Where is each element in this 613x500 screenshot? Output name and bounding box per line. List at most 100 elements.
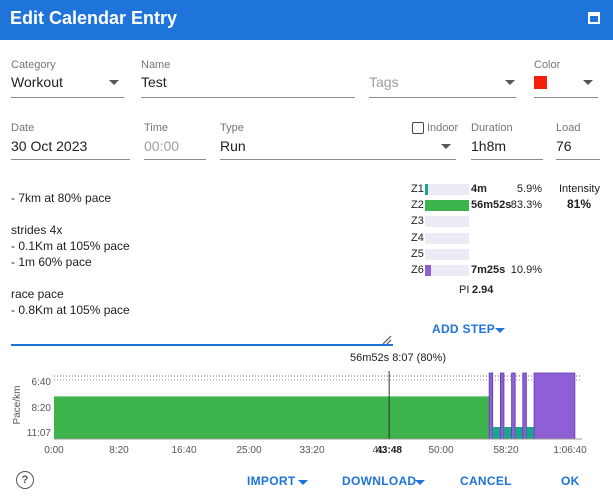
tags-dropdown-icon[interactable] <box>505 80 515 85</box>
category-select-value[interactable]: Workout <box>11 74 63 90</box>
download-button[interactable]: DOWNLOAD <box>342 474 416 488</box>
zone-label: Z1 <box>411 183 424 195</box>
chart-segment <box>54 396 490 439</box>
import-button[interactable]: IMPORT <box>247 474 295 488</box>
description-line: - 0.1Km at 105% pace <box>11 239 130 253</box>
name-underline <box>141 97 355 98</box>
zone-percent: 83.3% <box>510 199 542 212</box>
color-dropdown-icon[interactable] <box>583 80 593 85</box>
zone-label: Z4 <box>411 231 424 244</box>
tags-input[interactable]: Tags <box>369 74 399 90</box>
workout-description-textarea[interactable]: - 7km at 80% pace strides 4x - 0.1Km at 1… <box>11 190 391 318</box>
cancel-button[interactable]: CANCEL <box>460 474 512 488</box>
chart-y-tick-label: 8:20 <box>32 403 52 414</box>
chart-segment <box>533 372 576 440</box>
pi-value: 2.94 <box>472 284 494 296</box>
zone-label: Z2 <box>411 199 424 212</box>
category-underline <box>11 97 124 98</box>
chart-segment <box>515 427 523 439</box>
chart-x-tick-label: 33:20 <box>299 445 324 456</box>
description-line <box>11 206 391 222</box>
date-underline <box>11 159 130 160</box>
date-label: Date <box>11 122 35 134</box>
ok-button[interactable]: OK <box>561 474 580 488</box>
load-input[interactable]: 76 <box>556 138 572 154</box>
chart-y-axis-label: Pace/km <box>12 386 23 425</box>
chart-segment <box>488 372 494 440</box>
description-line <box>11 270 391 286</box>
time-underline <box>144 159 206 160</box>
intensity-label: Intensity <box>559 183 600 195</box>
download-dropdown-icon[interactable] <box>415 480 425 485</box>
duration-label: Duration <box>471 122 513 134</box>
zone-time: 7m25s <box>471 264 506 276</box>
chart-x-tick-label: 16:40 <box>171 445 196 456</box>
indoor-label: Indoor <box>427 122 459 134</box>
time-input[interactable]: 00:00 <box>144 138 179 154</box>
add-step-label: ADD STEP <box>432 322 496 336</box>
time-label: Time <box>144 122 169 134</box>
description-line: strides 4x <box>11 223 63 237</box>
zone-bar-track <box>425 232 469 244</box>
resize-handle-icon[interactable] <box>382 335 392 345</box>
zone-time: 56m52s <box>471 199 512 212</box>
duration-underline <box>471 159 543 160</box>
chart-cursor-readout: 56m52s 8:07 (80%) <box>350 352 446 364</box>
workout-pace-chart[interactable]: 6:40 8:20 11:07 Pace/km 0:00 8:20 16:40 25:00 33… <box>0 365 613 460</box>
chart-x-tick-label: 8:20 <box>109 445 129 456</box>
zone-bar-track <box>425 216 469 228</box>
zone-label: Z6 <box>411 264 424 276</box>
type-label: Type <box>220 122 244 134</box>
category-label: Category <box>11 59 56 71</box>
category-dropdown-icon[interactable] <box>109 80 119 85</box>
chart-x-tick-label: 25:00 <box>236 445 261 456</box>
duration-input[interactable]: 1h8m <box>471 138 506 154</box>
load-underline <box>556 159 600 160</box>
zone-percent: 10.9% <box>510 264 542 276</box>
date-input[interactable]: 30 Oct 2023 <box>11 138 87 154</box>
zone-label: Z3 <box>411 215 424 228</box>
dialog-titlebar: Edit Calendar Entry <box>0 0 613 40</box>
ok-label: OK <box>561 474 580 488</box>
chart-segment <box>503 427 512 439</box>
zone-bar-fill <box>425 200 469 212</box>
maximize-icon[interactable] <box>588 12 600 24</box>
color-underline <box>534 97 598 98</box>
tags-underline <box>369 97 516 98</box>
edit-calendar-entry-dialog: Edit Calendar Entry Category Workout Nam… <box>0 0 613 500</box>
chart-segment <box>522 372 527 440</box>
cancel-label: CANCEL <box>460 474 512 488</box>
dialog-title: Edit Calendar Entry <box>10 8 178 28</box>
chart-segment <box>511 372 516 440</box>
help-icon[interactable]: ? <box>16 471 34 489</box>
add-step-button[interactable]: ADD STEP <box>432 322 495 336</box>
description-line: - 1m 60% pace <box>11 255 92 269</box>
chart-x-tick-label: 50:00 <box>428 445 453 456</box>
type-underline <box>220 159 456 160</box>
import-label: IMPORT <box>247 474 296 488</box>
description-line: - 0.8Km at 105% pace <box>11 303 130 317</box>
name-input[interactable]: Test <box>141 74 167 90</box>
zone-percent: 5.9% <box>516 183 542 195</box>
chart-segment <box>492 427 501 439</box>
import-dropdown-icon[interactable] <box>298 480 308 485</box>
chart-x-tick-label: 58:20 <box>493 445 518 456</box>
intensity-value: 81% <box>567 197 592 211</box>
color-label: Color <box>534 59 561 71</box>
pi-label: PI <box>459 284 470 296</box>
description-line: race pace <box>11 287 64 301</box>
indoor-checkbox[interactable] <box>412 122 424 134</box>
type-dropdown-icon[interactable] <box>441 144 451 149</box>
description-focus-underline <box>11 344 393 346</box>
color-swatch[interactable] <box>534 76 547 89</box>
zone-bar-fill <box>425 265 431 276</box>
zone-label: Z5 <box>411 247 424 260</box>
chart-segment <box>526 427 535 439</box>
download-label: DOWNLOAD <box>342 474 417 488</box>
zone-bar-track <box>425 265 469 276</box>
chart-x-tick-label: 0:00 <box>44 445 64 456</box>
add-step-dropdown-icon[interactable] <box>495 328 505 333</box>
type-select-value[interactable]: Run <box>220 138 246 154</box>
zone-bar-track <box>425 248 469 260</box>
description-line: - 7km at 80% pace <box>11 191 112 205</box>
